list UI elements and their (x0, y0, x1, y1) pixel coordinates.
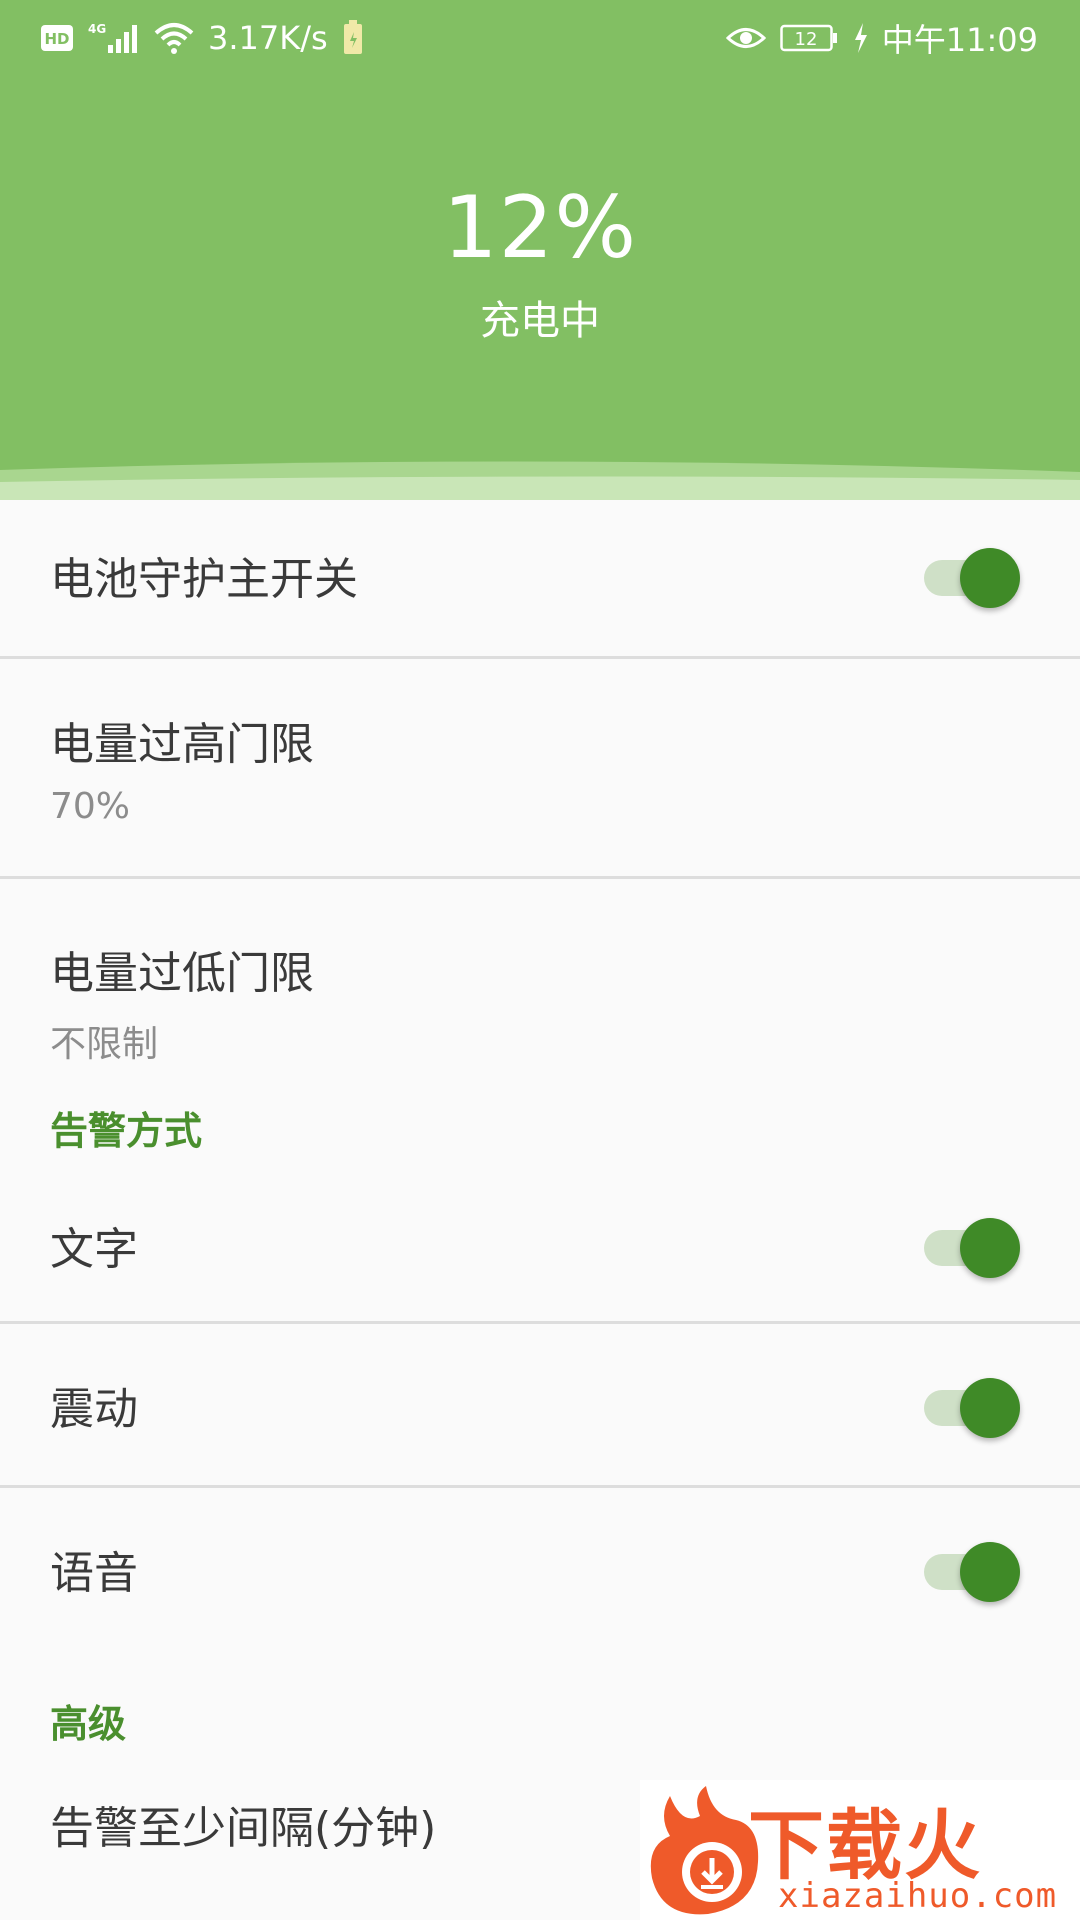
master-switch-row[interactable]: 电池守护主开关 (0, 494, 1080, 656)
battery-level: 12% (442, 178, 638, 278)
alert-text-label: 文字 (50, 1224, 138, 1275)
alert-voice-toggle[interactable] (922, 1539, 1022, 1602)
eye-icon (725, 23, 766, 53)
alert-section-header: 告警方式 (0, 1085, 1080, 1169)
high-threshold-value: 70% (50, 786, 131, 827)
signal-icon: 4G (88, 21, 140, 55)
alert-text-row[interactable]: 文字 (0, 1169, 1080, 1321)
charging-bolt-icon (854, 23, 868, 53)
battery-icon: 12 (780, 23, 840, 53)
low-threshold-label: 电量过低门限 (50, 948, 314, 999)
clock: 中午11:09 (881, 21, 1038, 59)
network-speed: 3.17K/s (208, 19, 328, 57)
high-threshold-label: 电量过高门限 (50, 719, 314, 770)
advanced-section-title: 高级 (50, 1701, 127, 1746)
charging-status: 充电中 (480, 298, 600, 344)
alert-vibrate-label: 震动 (50, 1383, 138, 1435)
hd-icon: HD (40, 24, 74, 52)
svg-text:HD: HD (44, 30, 69, 48)
alert-text-toggle[interactable] (922, 1215, 1022, 1278)
master-switch-toggle[interactable] (922, 545, 1022, 608)
alert-vibrate-toggle[interactable] (922, 1375, 1022, 1438)
advanced-section-header: 高级 (0, 1650, 1080, 1770)
header-wave (0, 461, 1080, 500)
svg-text:4G: 4G (88, 22, 106, 36)
low-threshold-row[interactable]: 电量过低门限 不限制 (0, 879, 1080, 1085)
low-threshold-value: 不限制 (50, 1024, 159, 1065)
alert-section-title: 告警方式 (50, 1108, 203, 1153)
alert-voice-label: 语音 (50, 1548, 138, 1599)
screen: HD 4G 3.17K/s 12 中午11:09 12% 充电中 电池守护主开关… (0, 0, 1080, 1920)
settings-list: 电池守护主开关 电量过高门限 70% 电量过低门限 不限制 告警方式 文字 震动… (0, 494, 1080, 1870)
alert-vibrate-row[interactable]: 震动 (0, 1324, 1080, 1485)
wifi-icon (154, 21, 194, 55)
min-interval-label: 告警至少间隔(分钟) (50, 1803, 437, 1854)
status-bar: HD 4G 3.17K/s 12 中午11:09 (0, 0, 1080, 76)
high-threshold-row[interactable]: 电量过高门限 70% (0, 659, 1080, 876)
master-switch-label: 电池守护主开关 (50, 554, 358, 605)
watermark-logo: 下载火 xiazaihuo.com (640, 1780, 1080, 1920)
battery-charging-icon (342, 20, 364, 56)
watermark-domain: xiazaihuo.com (778, 1876, 1058, 1916)
battery-header: HD 4G 3.17K/s 12 中午11:09 12% 充电中 (0, 0, 1080, 500)
svg-text:12: 12 (794, 29, 817, 50)
alert-voice-row[interactable]: 语音 (0, 1488, 1080, 1650)
